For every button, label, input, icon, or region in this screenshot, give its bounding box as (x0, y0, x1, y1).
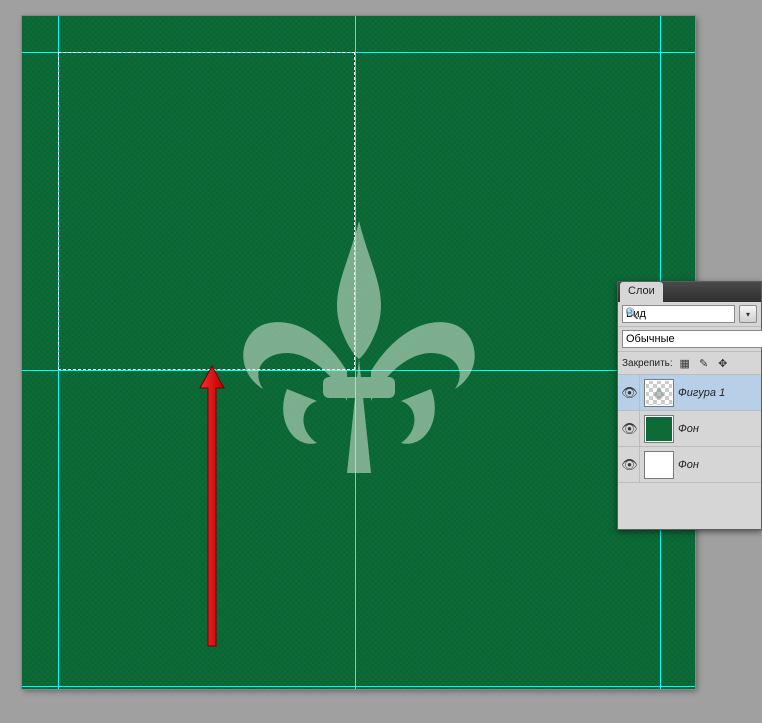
layer-filter-row: 🔍 ▾ (618, 302, 761, 327)
layer-name[interactable]: Фон (678, 459, 759, 471)
layer-name[interactable]: Фигура 1 (678, 387, 759, 399)
lock-label: Закрепить: (622, 358, 673, 369)
brush-lock-icon[interactable]: ✎ (696, 355, 712, 371)
visibility-toggle[interactable]: 👁 (620, 375, 640, 410)
visibility-toggle[interactable]: 👁 (620, 411, 640, 446)
chevron-updown-icon: ▾ (746, 310, 750, 319)
layer-thumbnail[interactable] (644, 451, 674, 479)
layer-thumbnail[interactable] (644, 379, 674, 407)
transparency-lock-icon[interactable]: ▦ (677, 355, 693, 371)
layer-row[interactable]: 👁 Фон (618, 447, 761, 483)
layer-row[interactable]: 👁 Фон (618, 411, 761, 447)
panel-tab-bar: Слои (618, 282, 761, 302)
layer-row[interactable]: 👁 Фигура 1 (618, 375, 761, 411)
guide-horizontal[interactable] (22, 52, 695, 53)
fleur-de-lis-shape (209, 203, 509, 503)
eye-icon: 👁 (621, 421, 638, 437)
filter-options-button[interactable]: ▾ (739, 305, 757, 323)
layer-name[interactable]: Фон (678, 423, 759, 435)
blend-mode-row (618, 327, 761, 352)
visibility-toggle[interactable]: 👁 (620, 447, 640, 482)
canvas[interactable] (22, 16, 695, 689)
layer-filter-input[interactable] (622, 305, 735, 323)
tab-layers[interactable]: Слои (620, 282, 663, 302)
blend-mode-select[interactable] (622, 330, 762, 348)
eye-icon: 👁 (621, 457, 638, 473)
guide-vertical[interactable] (58, 16, 59, 689)
eye-icon: 👁 (621, 385, 638, 401)
layers-list: 👁 Фигура 1 👁 Фон 👁 Фон (618, 375, 761, 483)
move-lock-icon[interactable]: ✥ (715, 355, 731, 371)
guide-horizontal[interactable] (22, 686, 695, 687)
lock-row: Закрепить: ▦ ✎ ✥ (618, 352, 761, 375)
layers-panel-footer (618, 483, 761, 529)
layer-thumbnail[interactable] (644, 415, 674, 443)
workspace: Слои 🔍 ▾ Закрепить: ▦ ✎ ✥ (0, 0, 762, 723)
layers-panel[interactable]: Слои 🔍 ▾ Закрепить: ▦ ✎ ✥ (617, 281, 762, 530)
